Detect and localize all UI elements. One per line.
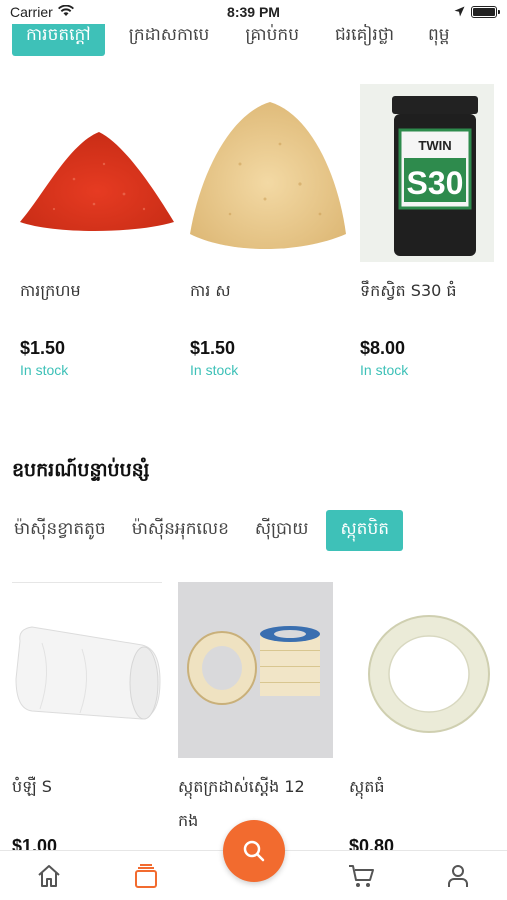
- section-title: ឧបករណ៍បន្ទាប់បន្សំ: [12, 459, 150, 481]
- svg-text:S30: S30: [407, 165, 464, 201]
- product-name: ស្កុតធំ: [349, 777, 385, 796]
- product-name: បំឡឺ S: [12, 777, 52, 796]
- product-image: [14, 84, 176, 260]
- product-name-line2: កង: [178, 811, 199, 830]
- product-image: [12, 582, 162, 758]
- nav-cart[interactable]: [341, 856, 381, 896]
- home-icon: [38, 864, 60, 887]
- status-bar: Carrier 8:39 PM: [0, 0, 507, 24]
- product-card[interactable]: TWIN S30 ទឹកស្វិត S30 ធំ $8.00 In stock: [340, 84, 507, 394]
- catalog-icon: [135, 863, 158, 888]
- account-icon: [448, 864, 469, 887]
- tab-subcategory-0[interactable]: ម៉ាស៊ីនខ្វាតតូច: [2, 510, 118, 551]
- product-image: [347, 582, 503, 758]
- product-name: ការក្រហម: [20, 281, 81, 300]
- stock-status: In stock: [360, 362, 409, 378]
- product-row-bottom: បំឡឺ S $1.00 ស្កុតក្រដាស់ស្តើង 12 កង ស្ក…: [0, 582, 507, 856]
- product-name: ការ ស: [190, 281, 231, 300]
- product-price: $1.50: [20, 338, 66, 358]
- tab-subcategory-3[interactable]: ស្កុតបិត: [326, 509, 404, 551]
- wifi-icon: [57, 4, 74, 20]
- svg-text:TWIN: TWIN: [418, 138, 451, 153]
- product-image: [178, 582, 333, 758]
- product-card[interactable]: បំឡឺ S $1.00: [0, 582, 165, 856]
- carrier-label: Carrier: [10, 4, 53, 20]
- product-row-top: ការក្រហម $1.50 In stock ការ ស $1.50 In s…: [0, 84, 507, 394]
- product-image: TWIN S30: [360, 84, 494, 262]
- location-arrow-icon: [454, 4, 465, 20]
- status-left: Carrier: [10, 4, 74, 20]
- cart-icon: [348, 864, 374, 887]
- tab-subcategory-1[interactable]: ម៉ាស៊ីនអុកលេខ: [120, 510, 241, 551]
- product-card[interactable]: ស្កុតធំ $0.80: [335, 582, 507, 856]
- product-price: $8.00: [360, 338, 406, 358]
- search-icon: [243, 840, 265, 862]
- stock-status: In stock: [20, 362, 69, 378]
- product-card[interactable]: ស្កុតក្រដាស់ស្តើង 12 កង: [165, 582, 335, 852]
- status-right: [454, 4, 500, 20]
- nav-home[interactable]: [29, 856, 69, 896]
- status-time: 8:39 PM: [227, 4, 280, 20]
- product-image: [190, 84, 346, 260]
- tab-subcategory-2[interactable]: ស៊ីប្រាយ: [243, 510, 321, 551]
- nav-catalog[interactable]: [126, 856, 166, 896]
- product-card[interactable]: ការក្រហម $1.50 In stock: [0, 84, 174, 394]
- nav-account[interactable]: [438, 856, 478, 896]
- stock-status: In stock: [190, 362, 239, 378]
- product-name: ស្កុតក្រដាស់ស្តើង 12: [178, 777, 305, 796]
- product-name: ទឹកស្វិត S30 ធំ: [360, 281, 457, 300]
- product-card[interactable]: ការ ស $1.50 In stock: [170, 84, 346, 394]
- battery-icon: [471, 6, 500, 18]
- search-button[interactable]: [223, 820, 285, 882]
- subcategory-tabs: ម៉ាស៊ីនខ្វាតតូច ម៉ាស៊ីនអុកលេខ ស៊ីប្រាយ ស…: [0, 508, 507, 552]
- product-price: $1.50: [190, 338, 236, 358]
